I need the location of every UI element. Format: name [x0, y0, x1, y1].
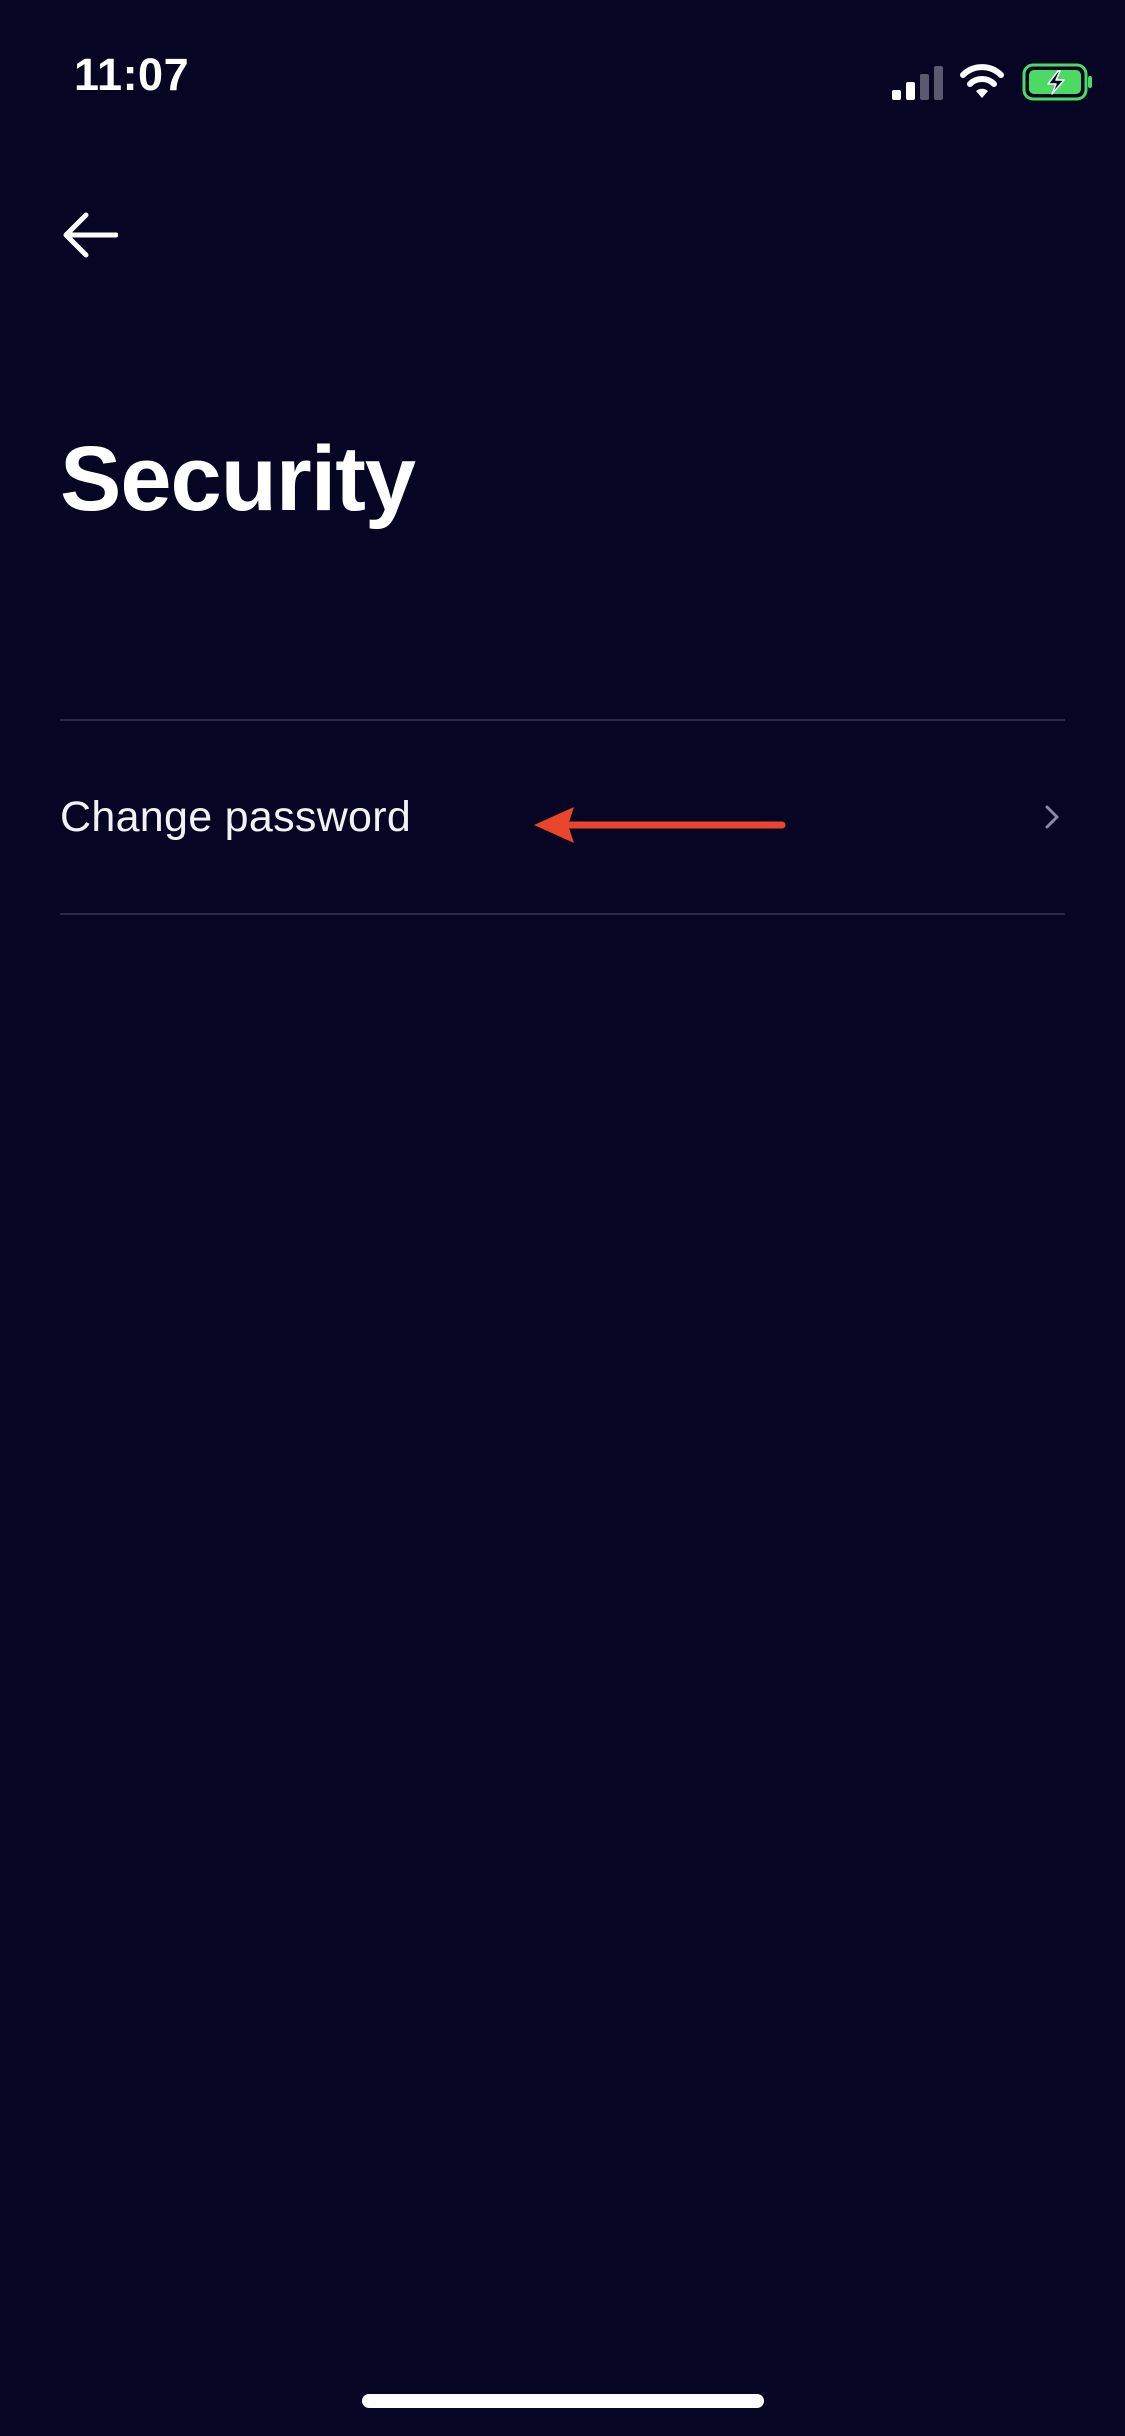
wifi-icon [960, 64, 1004, 98]
status-time: 11:07 [74, 49, 190, 100]
signal-icon [892, 66, 943, 100]
annotation-arrow-icon [534, 807, 786, 843]
chevron-right-icon [1045, 805, 1059, 829]
change-password-label: Change password [60, 792, 412, 841]
page-title: Security [60, 428, 416, 530]
arrow-left-icon [63, 212, 118, 258]
battery-charging-icon [1022, 63, 1092, 101]
back-button[interactable] [50, 195, 130, 275]
status-bar: 11:07 [0, 0, 1125, 150]
home-indicator [362, 2394, 764, 2408]
